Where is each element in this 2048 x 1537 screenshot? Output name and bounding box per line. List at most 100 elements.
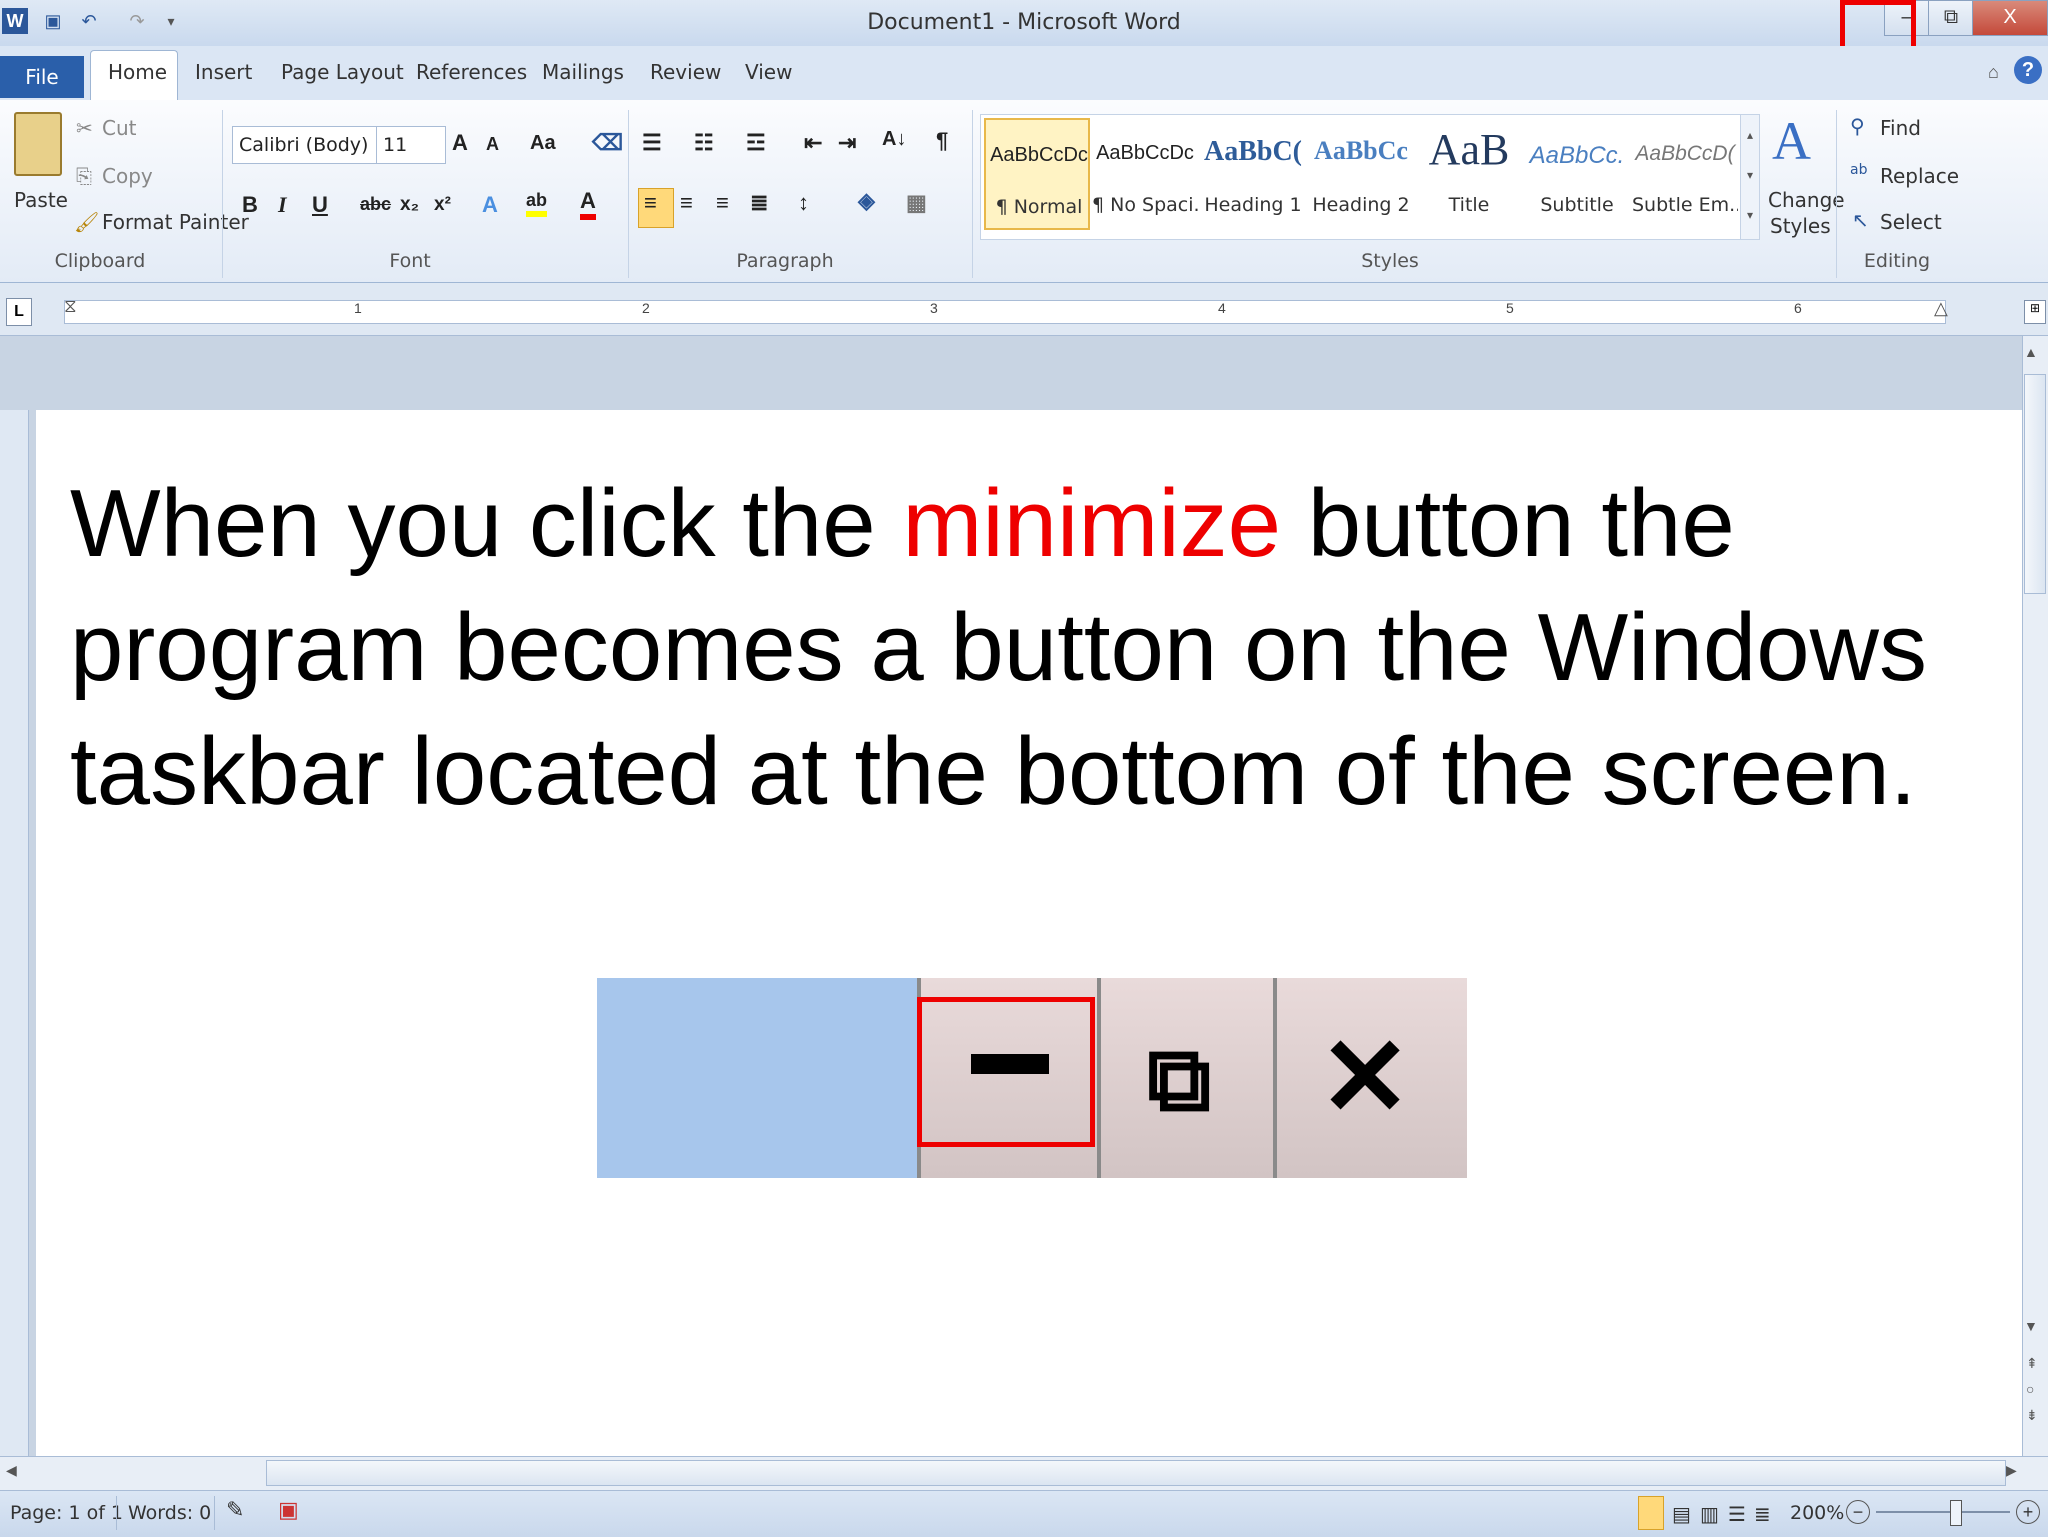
tab-page-layout[interactable]: Page Layout bbox=[281, 60, 404, 84]
clear-formatting-icon[interactable]: ⌫ bbox=[592, 130, 623, 156]
tab-home[interactable]: Home bbox=[108, 60, 167, 84]
zoom-in-icon[interactable]: + bbox=[2016, 1500, 2040, 1524]
numbering-icon[interactable]: ☷ bbox=[694, 130, 714, 156]
find-button[interactable]: Find bbox=[1880, 116, 1921, 140]
tab-review[interactable]: Review bbox=[650, 60, 721, 84]
editing-group-label: Editing bbox=[1863, 250, 1931, 272]
tab-view[interactable]: View bbox=[745, 60, 792, 84]
justify-icon[interactable]: ≣ bbox=[750, 190, 768, 216]
paste-button-label[interactable]: Paste bbox=[14, 188, 68, 212]
paste-icon[interactable] bbox=[14, 112, 62, 176]
tab-references[interactable]: References bbox=[416, 60, 527, 84]
subscript-button[interactable]: x₂ bbox=[400, 194, 419, 216]
italic-button[interactable]: I bbox=[278, 192, 287, 218]
change-case-button[interactable]: Aa bbox=[530, 132, 556, 155]
superscript-button[interactable]: x² bbox=[434, 194, 451, 216]
font-color-button[interactable]: A bbox=[580, 188, 596, 220]
vertical-scroll-thumb[interactable] bbox=[2024, 374, 2046, 594]
print-layout-view-button[interactable] bbox=[1638, 1496, 1664, 1530]
replace-icon[interactable]: ab bbox=[1850, 162, 1867, 178]
right-indent-marker-icon[interactable]: △ bbox=[1934, 298, 1948, 319]
copy-button[interactable]: Copy bbox=[102, 164, 153, 188]
increase-indent-icon[interactable]: ⇥ bbox=[838, 130, 856, 156]
multilevel-list-icon[interactable]: ☲ bbox=[746, 130, 766, 156]
bold-button[interactable]: B bbox=[242, 192, 258, 218]
draft-view-icon[interactable]: ≣ bbox=[1754, 1502, 1771, 1526]
style-heading-2[interactable]: AaBbCc Heading 2 bbox=[1308, 118, 1414, 230]
style-subtitle[interactable]: AaBbCc. Subtitle bbox=[1524, 118, 1630, 230]
style-label: Subtitle bbox=[1540, 194, 1614, 216]
style-heading-1[interactable]: AaBbC( Heading 1 bbox=[1200, 118, 1306, 230]
copy-icon[interactable]: ⎘ bbox=[76, 164, 92, 188]
style-no-spacing[interactable]: AaBbCcDc ¶ No Spaci... bbox=[1092, 118, 1198, 230]
select-button[interactable]: Select bbox=[1880, 210, 1942, 234]
shading-icon[interactable]: ◈ bbox=[858, 188, 875, 214]
style-subtle-emphasis[interactable]: AaBbCcD( Subtle Em... bbox=[1632, 118, 1738, 230]
vertical-ruler[interactable] bbox=[0, 410, 29, 1456]
tab-selector[interactable]: L bbox=[6, 298, 32, 326]
zoom-slider-thumb[interactable] bbox=[1950, 1500, 1962, 1526]
font-size-combo[interactable]: 11 bbox=[376, 126, 446, 164]
change-styles-label-2[interactable]: Styles bbox=[1770, 214, 1831, 238]
style-title[interactable]: AaB Title bbox=[1416, 118, 1522, 230]
align-center-icon[interactable]: ≡ bbox=[680, 190, 693, 216]
sort-button[interactable]: A↓ bbox=[882, 128, 906, 151]
font-name-combo[interactable]: Calibri (Body) bbox=[232, 126, 380, 164]
scroll-down-icon[interactable]: ▼ bbox=[2024, 1318, 2038, 1334]
word-count-status[interactable]: Words: 0 bbox=[128, 1502, 211, 1524]
text-effects-button[interactable]: A bbox=[482, 192, 498, 218]
browse-object-icons[interactable]: ⇞ ○ ⇟ bbox=[2026, 1350, 2038, 1428]
page-count-status[interactable]: Page: 1 of 1 bbox=[10, 1502, 123, 1524]
scroll-up-icon[interactable]: ▲ bbox=[2024, 344, 2038, 360]
underline-button[interactable]: U bbox=[312, 192, 328, 218]
zoom-level[interactable]: 200% bbox=[1790, 1502, 1844, 1524]
decrease-indent-icon[interactable]: ⇤ bbox=[804, 130, 822, 156]
separator bbox=[1836, 110, 1837, 278]
macro-record-icon[interactable]: ▣ bbox=[278, 1498, 299, 1523]
zoom-out-icon[interactable]: − bbox=[1846, 1500, 1870, 1524]
styles-scroll-arrows[interactable]: ▴ ▾ ▾ bbox=[1740, 114, 1760, 240]
select-icon[interactable]: ↖ bbox=[1852, 208, 1869, 232]
tab-insert[interactable]: Insert bbox=[195, 60, 252, 84]
bullets-icon[interactable]: ☰ bbox=[642, 130, 662, 156]
shrink-font-button[interactable]: A bbox=[486, 134, 499, 155]
style-label: ¶ No Spaci... bbox=[1092, 194, 1198, 216]
find-icon[interactable]: ⚲ bbox=[1850, 114, 1865, 138]
style-sample: AaBbC( bbox=[1203, 136, 1302, 167]
tab-mailings[interactable]: Mailings bbox=[542, 60, 624, 84]
tab-file[interactable]: File bbox=[0, 56, 84, 98]
zoom-slider-track[interactable] bbox=[1876, 1511, 2010, 1513]
line-spacing-icon[interactable]: ↕ bbox=[798, 190, 809, 216]
change-styles-icon[interactable]: A bbox=[1772, 110, 1811, 172]
format-painter-icon[interactable]: 🖌 bbox=[74, 210, 99, 234]
highlight-color-button[interactable]: ab bbox=[526, 190, 548, 217]
grow-font-button[interactable]: A bbox=[452, 130, 468, 156]
borders-icon[interactable]: ▦ bbox=[906, 190, 927, 216]
proofing-icon[interactable]: ✎ bbox=[226, 1498, 244, 1523]
change-styles-label-1[interactable]: Change bbox=[1768, 188, 1845, 212]
replace-button[interactable]: Replace bbox=[1880, 164, 1959, 188]
help-icon[interactable]: ? bbox=[2014, 56, 2042, 84]
highlighted-word: minimize bbox=[902, 470, 1282, 577]
restore-button[interactable]: ⧉ bbox=[1928, 0, 1974, 36]
horizontal-scroll-thumb[interactable] bbox=[266, 1460, 2006, 1486]
ruler-number: 6 bbox=[1794, 300, 1802, 316]
document-body-text[interactable]: When you click the minimize button the p… bbox=[70, 462, 2000, 834]
ribbon-minimize-icon[interactable]: ⌂ bbox=[1988, 62, 1999, 83]
align-right-icon[interactable]: ≡ bbox=[716, 190, 729, 216]
view-ruler-icon[interactable]: ⊞ bbox=[2024, 300, 2046, 324]
full-screen-reading-icon[interactable]: ▤ bbox=[1672, 1502, 1691, 1526]
scroll-left-icon[interactable]: ◀ bbox=[6, 1462, 17, 1479]
style-label: Subtle Em... bbox=[1632, 194, 1738, 216]
scroll-right-icon[interactable]: ▶ bbox=[2006, 1462, 2017, 1479]
format-painter-button[interactable]: Format Painter bbox=[102, 210, 249, 234]
show-formatting-marks-button[interactable]: ¶ bbox=[936, 128, 948, 154]
close-button[interactable]: X bbox=[1972, 0, 2048, 36]
outline-view-icon[interactable]: ☰ bbox=[1728, 1502, 1746, 1526]
cut-icon[interactable]: ✂ bbox=[76, 116, 93, 140]
web-layout-icon[interactable]: ▥ bbox=[1700, 1502, 1719, 1526]
indent-marker-icon[interactable]: ⧖ bbox=[64, 296, 77, 317]
cut-button[interactable]: Cut bbox=[102, 116, 136, 140]
strikethrough-button[interactable]: abc bbox=[360, 194, 391, 215]
style-normal[interactable]: AaBbCcDc ¶ Normal bbox=[984, 118, 1090, 230]
